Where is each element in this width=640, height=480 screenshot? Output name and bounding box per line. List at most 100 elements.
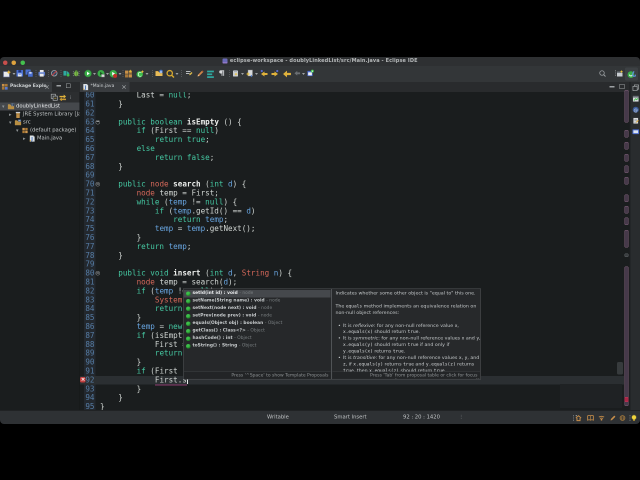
debug-last-icon[interactable] — [63, 70, 71, 78]
chevron-down-icon[interactable]: ▾ — [2, 104, 5, 110]
prev-annotation-icon[interactable] — [260, 69, 268, 78]
run-icon[interactable] — [84, 69, 92, 78]
open-type-icon[interactable]: o — [155, 69, 163, 78]
code-line-93[interactable]: 93 } — [80, 384, 640, 394]
javadoc-view-icon[interactable]: @ — [632, 106, 640, 114]
ruler-occ-mark[interactable] — [624, 177, 629, 185]
code-line-67[interactable]: 67 return false; — [80, 153, 640, 162]
dropdown-arrow-icon[interactable] — [302, 73, 305, 75]
notification-icon[interactable] — [598, 414, 605, 421]
tree-item-main-java[interactable]: ▸ J Main.java — [0, 135, 80, 143]
open-perspective-icon[interactable] — [616, 70, 624, 78]
completion-item[interactable]: setId(int id) : void - node — [184, 289, 331, 298]
bug-icon[interactable] — [72, 70, 81, 78]
editor-maximize-icon[interactable] — [619, 84, 625, 89]
code-line-95[interactable]: 95} — [80, 402, 640, 410]
dropdown-arrow-icon[interactable] — [93, 73, 96, 75]
titlebar[interactable]: eclipse-workspace - doublyLinkedList/src… — [0, 57, 640, 66]
editor-minimize-icon[interactable] — [609, 86, 615, 88]
add-bookmark-icon[interactable] — [246, 69, 254, 78]
web-icon[interactable] — [619, 414, 626, 421]
dropdown-arrow-icon[interactable] — [175, 73, 179, 75]
java-perspective-icon[interactable] — [627, 70, 636, 79]
tree-item-doublylinkedlist[interactable]: ▾ JdoublyLinkedList — [0, 102, 80, 111]
new-java-project-icon[interactable] — [125, 69, 134, 79]
tree-item-src[interactable]: ▾ src — [0, 119, 80, 127]
search-gold-icon[interactable] — [166, 69, 175, 79]
ruler-occ-mark[interactable] — [624, 217, 629, 225]
completion-item[interactable]: equals(Object obj) : boolean - Object — [184, 320, 331, 328]
coverage-icon[interactable] — [97, 70, 105, 78]
ruler-occ-mark[interactable] — [624, 130, 629, 138]
code-line-60[interactable]: 60 Last = null; — [80, 92, 640, 100]
completion-item[interactable]: setName(String name) : void - node — [184, 297, 331, 305]
save-all-icon[interactable] — [25, 69, 33, 77]
new-class-icon[interactable]: C — [136, 70, 145, 78]
code-line-77[interactable]: 77 return temp; — [80, 242, 640, 251]
ruler-red-mark[interactable] — [624, 397, 629, 402]
declaration-view-icon[interactable] — [632, 117, 640, 125]
open-task-icon[interactable] — [232, 70, 240, 78]
ruler-occ-mark[interactable] — [624, 229, 629, 248]
ruler-occ-mark[interactable] — [624, 154, 629, 162]
console-view-icon[interactable] — [632, 128, 640, 136]
chevron-down-icon[interactable]: ▾ — [9, 120, 12, 126]
completion-item[interactable]: hashCode() : int - Object — [184, 335, 331, 343]
completion-item[interactable]: getClass() : Class<?> - Object — [184, 327, 331, 335]
search-icon[interactable] — [599, 70, 607, 78]
link-editor-icon[interactable] — [59, 94, 67, 101]
close-tab-icon[interactable] — [121, 84, 127, 90]
synchronize-view-icon[interactable] — [632, 95, 640, 103]
ruler-occ-mark[interactable] — [624, 206, 629, 214]
show-whitespace-icon[interactable] — [219, 70, 226, 77]
tab-package-explorer[interactable]: Package Explo — [0, 82, 52, 92]
ruler-occ-mark[interactable] — [624, 194, 629, 202]
code-line-68[interactable]: 68 } — [80, 162, 640, 171]
chevron-right-icon[interactable]: ▸ — [9, 112, 12, 118]
external-tools-icon[interactable] — [109, 70, 118, 79]
code-line-61[interactable]: 61 } — [80, 99, 640, 109]
collapse-all-icon[interactable] — [50, 93, 59, 102]
pencil-icon[interactable] — [196, 70, 205, 79]
tree-item--default-package-[interactable]: ▾ (default package) — [0, 127, 80, 135]
ruler-occ-mark[interactable] — [624, 165, 629, 173]
scrollbar-thumb[interactable] — [617, 362, 623, 375]
completion-item[interactable]: setNext(node next) : void - node — [184, 305, 331, 313]
completion-popup[interactable]: setId(int id) : void - node setName(Strin… — [183, 288, 332, 380]
code-line-94[interactable]: 94 } — [80, 393, 640, 403]
tree-item-jre-system-library-ja[interactable]: ▸ JRE System Library [Ja — [0, 111, 80, 119]
tip-bulb-icon[interactable] — [631, 414, 638, 421]
mark-occurrences-icon[interactable] — [185, 70, 193, 78]
dropdown-arrow-icon[interactable] — [145, 73, 149, 75]
editor-window-icon[interactable] — [307, 69, 315, 78]
print-icon[interactable] — [38, 69, 46, 78]
back-history-icon[interactable] — [294, 70, 302, 78]
next-annotation-icon[interactable] — [271, 69, 279, 78]
explorer-minimize-icon[interactable] — [56, 85, 61, 87]
chevron-down-icon[interactable]: ▾ — [16, 128, 19, 134]
ruler-occ-mark[interactable] — [624, 266, 629, 406]
code-line-65[interactable]: 65 return true; — [80, 135, 640, 145]
completion-item[interactable]: setPrev(node prev) : void - node — [184, 312, 331, 320]
dropdown-arrow-icon[interactable] — [255, 73, 258, 75]
save-icon[interactable] — [16, 69, 24, 78]
close-tab-icon[interactable] — [44, 84, 50, 90]
dropdown-arrow-icon[interactable] — [241, 73, 244, 75]
new-wizard-icon[interactable] — [3, 70, 12, 79]
code-line-78[interactable]: 78 } — [80, 251, 640, 260]
restore-views-icon[interactable] — [632, 84, 640, 92]
last-edit-location-icon[interactable] — [283, 70, 292, 79]
explorer-maximize-icon[interactable] — [66, 83, 71, 88]
skip-breakpoints-icon[interactable] — [51, 70, 59, 78]
code-line-75[interactable]: 75 temp = temp.getNext(); — [80, 224, 640, 234]
book-icon[interactable] — [587, 414, 594, 421]
ruler-occ-mark[interactable] — [624, 142, 629, 150]
edit-icon[interactable] — [610, 414, 617, 421]
ruler-occ-mark[interactable] — [624, 90, 629, 123]
home-icon[interactable] — [575, 414, 582, 422]
chevron-right-icon[interactable]: ▸ — [23, 136, 26, 142]
tab-main-java[interactable]: J *Main.java — [80, 82, 130, 92]
view-menu-icon[interactable] — [69, 94, 73, 102]
show-source-icon[interactable] — [206, 70, 215, 79]
dropdown-arrow-icon[interactable] — [118, 73, 122, 75]
